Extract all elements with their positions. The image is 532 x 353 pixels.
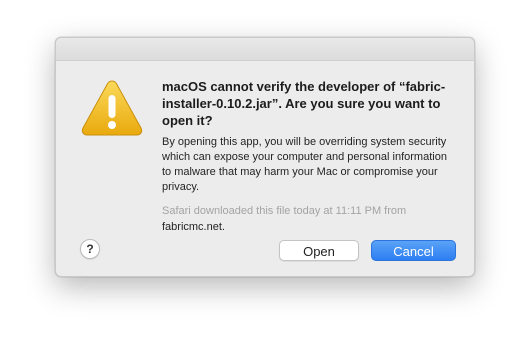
download-source-prefix: Safari downloaded this file today at 11:… [162,205,407,217]
dialog-headline: macOS cannot verify the developer of “fa… [162,79,446,128]
dialog-body-text: By opening this app, you will be overrid… [162,136,447,193]
cancel-button[interactable]: Cancel [371,240,456,261]
security-warning-dialog: macOS cannot verify the developer of “fa… [55,37,475,277]
download-source-info: Safari downloaded this file today at 11:… [162,203,462,235]
help-button[interactable]: ? [80,239,100,259]
download-source-domain: fabricmc.net [162,221,222,233]
download-source-suffix: . [221,221,225,233]
dialog-titlebar[interactable] [56,38,474,61]
open-button[interactable]: Open [279,240,359,261]
warning-icon [81,80,143,136]
